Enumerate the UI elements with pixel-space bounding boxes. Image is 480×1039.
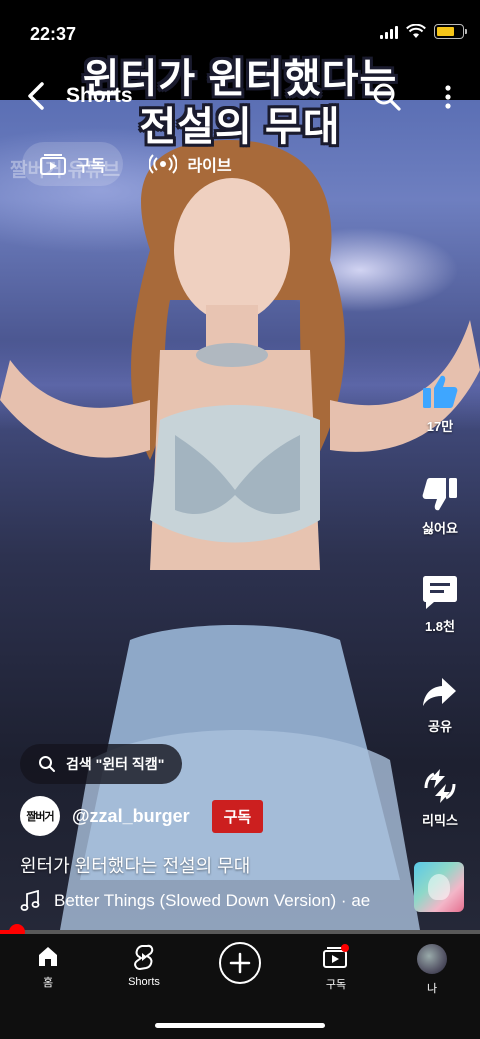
nav-home[interactable]: 홈 bbox=[8, 944, 88, 990]
nav-subscriptions[interactable]: 구독 bbox=[296, 944, 376, 992]
live-icon bbox=[149, 154, 178, 174]
video-title[interactable]: 윈터가 윈터했다는 전설의 무대 bbox=[20, 852, 250, 878]
feed-switcher: 구독 라이브 bbox=[22, 142, 232, 186]
user-avatar bbox=[417, 944, 447, 974]
channel-handle[interactable]: @zzal_burger bbox=[72, 806, 190, 827]
share-icon bbox=[423, 678, 456, 706]
remix-button[interactable]: 리믹스 bbox=[400, 766, 480, 829]
share-label: 공유 bbox=[428, 719, 452, 734]
subscriptions-icon bbox=[40, 154, 66, 175]
status-icons bbox=[380, 24, 467, 39]
suggested-search-chip[interactable]: 검색 "윈터 직캠" bbox=[20, 744, 183, 784]
search-icon bbox=[39, 756, 55, 772]
nav-shorts[interactable]: Shorts bbox=[104, 944, 184, 988]
subscriptions-feed-button[interactable]: 구독 bbox=[22, 142, 124, 186]
back-arrow-icon[interactable] bbox=[22, 80, 50, 112]
cellular-signal-icon bbox=[380, 25, 398, 39]
create-button[interactable] bbox=[219, 942, 261, 984]
shorts-icon bbox=[134, 944, 154, 970]
music-track-label: Better Things (Slowed Down Version) · ae bbox=[54, 891, 371, 910]
home-indicator bbox=[155, 1023, 325, 1028]
channel-row: 짤버거 @zzal_burger 구독 bbox=[20, 796, 264, 836]
channel-avatar[interactable]: 짤버거 bbox=[20, 796, 60, 836]
remix-label: 리믹스 bbox=[422, 813, 458, 828]
plus-icon bbox=[229, 952, 251, 974]
share-button[interactable]: 공유 bbox=[400, 672, 480, 735]
search-icon[interactable] bbox=[372, 82, 402, 112]
comments-count: 1.8천 bbox=[424, 619, 456, 634]
more-options-icon[interactable] bbox=[440, 82, 456, 112]
wifi-icon bbox=[406, 24, 426, 38]
dislike-button[interactable]: 싫어요 bbox=[400, 474, 480, 537]
subscriptions-icon bbox=[323, 944, 349, 968]
music-note-icon bbox=[20, 890, 40, 911]
thumbs-down-icon bbox=[422, 478, 457, 511]
page-title: Shorts bbox=[66, 84, 133, 107]
album-art-thumbnail[interactable] bbox=[414, 862, 464, 912]
nav-shorts-label: Shorts bbox=[128, 976, 160, 988]
status-time: 22:37 bbox=[30, 24, 77, 44]
nav-me-label: 나 bbox=[426, 983, 438, 995]
shorts-header: 윈터가 윈터했다는 전설의 무대 Shorts bbox=[0, 57, 480, 149]
live-feed-button[interactable]: 라이브 bbox=[149, 152, 232, 176]
suggested-search-text: 검색 "윈터 직캠" bbox=[66, 756, 165, 772]
subscriptions-feed-label: 구독 bbox=[76, 158, 106, 175]
nav-home-label: 홈 bbox=[42, 977, 54, 989]
nav-subscriptions-label: 구독 bbox=[325, 979, 347, 991]
live-feed-label: 라이브 bbox=[187, 158, 232, 175]
remix-icon bbox=[424, 769, 456, 803]
like-count: 17만 bbox=[426, 419, 454, 434]
dislike-label: 싫어요 bbox=[422, 521, 458, 536]
subscribe-button[interactable]: 구독 bbox=[211, 799, 264, 833]
comments-button[interactable]: 1.8천 bbox=[400, 572, 480, 635]
thumbs-up-icon bbox=[423, 375, 458, 408]
nav-me[interactable]: 나 bbox=[392, 944, 472, 996]
music-track[interactable]: Better Things (Slowed Down Version) · ae bbox=[20, 890, 400, 912]
comment-icon bbox=[423, 576, 457, 609]
battery-icon bbox=[434, 24, 467, 39]
like-button[interactable]: 17만 bbox=[400, 372, 480, 435]
home-icon bbox=[39, 947, 57, 966]
